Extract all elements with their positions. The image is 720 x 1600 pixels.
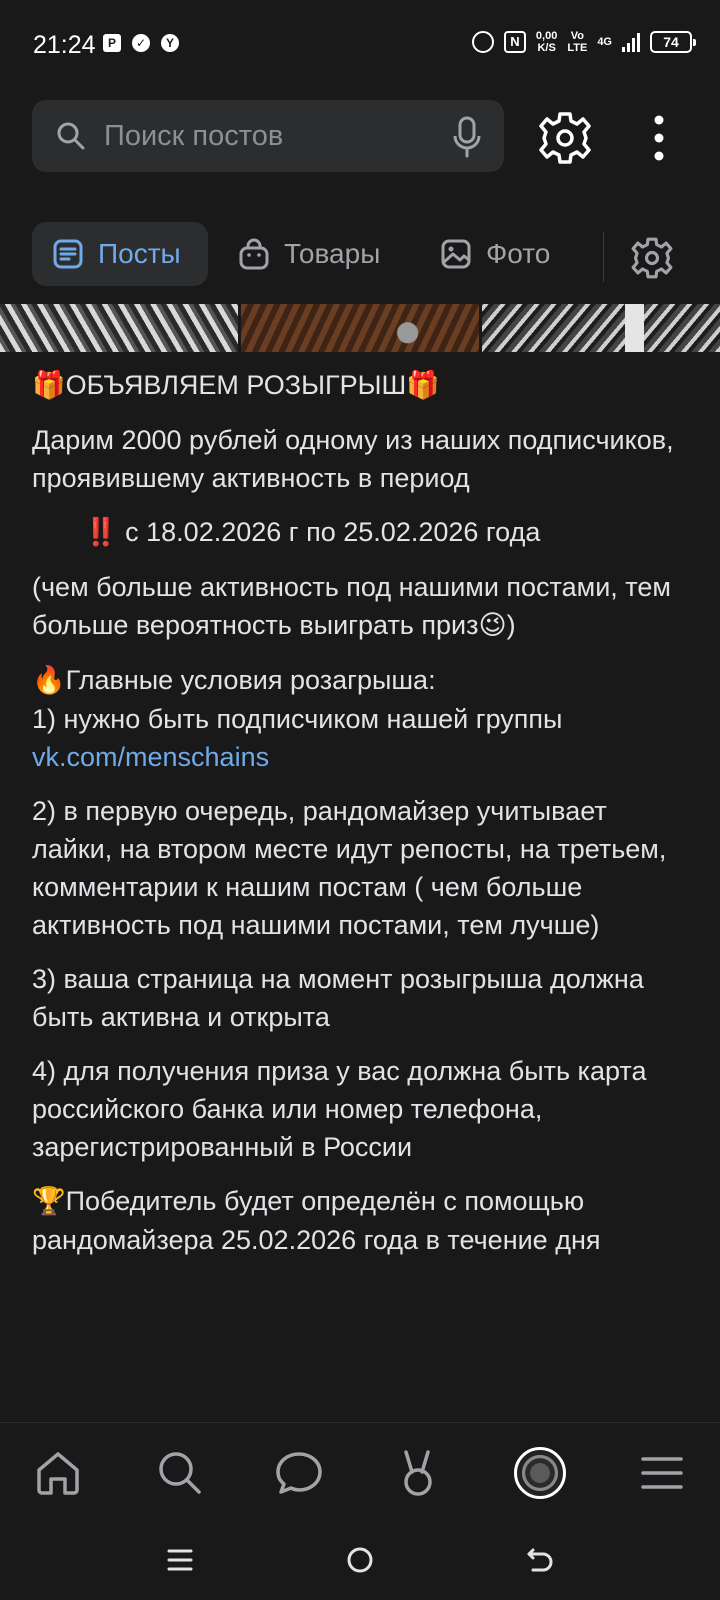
list-icon bbox=[52, 238, 84, 270]
recent-apps-button[interactable] bbox=[160, 1540, 200, 1580]
image-icon bbox=[440, 238, 472, 270]
parking-icon: P bbox=[103, 34, 121, 52]
post-paragraph: Дарим 2000 рублей одному из наших подпис… bbox=[32, 425, 674, 493]
microphone-icon[interactable] bbox=[452, 116, 482, 158]
settings-gear-icon[interactable] bbox=[537, 110, 593, 166]
post-activity-end: ) bbox=[506, 610, 516, 640]
back-button[interactable] bbox=[520, 1540, 560, 1580]
post-title-line: 🎁ОБЪЯВЛЯЕМ РОЗЫГРЫШ🎁 bbox=[32, 366, 692, 405]
system-navigation bbox=[0, 1522, 720, 1600]
home-button[interactable] bbox=[340, 1540, 380, 1580]
tab-photos[interactable]: Фото bbox=[440, 222, 580, 286]
winner-line: 🏆Победитель будет определён с помощью ра… bbox=[32, 1182, 692, 1259]
winner-text: Победитель будет определён с помощью ран… bbox=[32, 1186, 601, 1255]
tab-goods[interactable]: Товары bbox=[238, 222, 398, 286]
net-speed-unit: K/S bbox=[537, 42, 556, 54]
post-text: 🎁ОБЪЯВЛЯЕМ РОЗЫГРЫШ🎁 Дарим 2000 рублей о… bbox=[32, 366, 692, 1275]
status-system-icons: N 0,00 K/S Vo LTE 4G 74 bbox=[471, 30, 696, 54]
nav-menu[interactable] bbox=[634, 1445, 690, 1501]
tab-goods-label: Товары bbox=[284, 238, 381, 269]
nav-home[interactable] bbox=[30, 1445, 86, 1501]
search-icon bbox=[159, 1452, 201, 1494]
status-bar: 21:24 P ✓ Y N 0,00 K/S Vo LTE 4G 74 bbox=[0, 0, 720, 92]
photo-thumbnail[interactable] bbox=[241, 304, 479, 352]
post-date-line: ‼️ с 18.02.2026 г по 25.02.2026 года bbox=[32, 513, 692, 552]
photo-strip bbox=[0, 304, 720, 352]
more-vertical-icon[interactable] bbox=[644, 110, 674, 166]
bottom-navigation bbox=[0, 1422, 720, 1522]
nav-clips[interactable] bbox=[390, 1445, 446, 1501]
tab-photos-label: Фото bbox=[486, 238, 551, 269]
tabs-divider bbox=[603, 232, 604, 282]
status-notification-icons: P ✓ Y bbox=[103, 34, 179, 52]
battery-icon: 74 bbox=[650, 31, 696, 53]
nav-profile[interactable] bbox=[512, 1445, 568, 1501]
post-conditions: 🔥Главные условия розагрыша: 1) нужно быт… bbox=[32, 661, 692, 776]
search-input[interactable] bbox=[104, 100, 424, 172]
search-bar[interactable] bbox=[32, 100, 504, 172]
nav-messages[interactable] bbox=[271, 1445, 327, 1501]
network-type: 4G bbox=[597, 36, 612, 48]
gift-emoji: 🎁 bbox=[32, 370, 66, 401]
gift-emoji: 🎁 bbox=[406, 370, 440, 401]
post-activity-line: (чем больше активность под нашими постам… bbox=[32, 568, 692, 645]
clips-icon bbox=[404, 1450, 432, 1496]
fire-emoji: 🔥 bbox=[32, 665, 66, 696]
menu-icon bbox=[641, 1457, 683, 1489]
alarm-icon bbox=[471, 31, 494, 53]
condition-4: 4) для получения приза у вас должна быть… bbox=[32, 1056, 647, 1162]
nav-search[interactable] bbox=[152, 1445, 208, 1501]
post-dates: с 18.02.2026 г по 25.02.2026 года bbox=[125, 517, 541, 547]
group-link[interactable]: vk.com/menschains bbox=[32, 742, 269, 772]
profile-tabs: Посты Товары Фото bbox=[0, 222, 720, 290]
home-circle-icon bbox=[347, 1547, 373, 1573]
nfc-icon: N bbox=[503, 31, 526, 53]
condition-1: 1) нужно быть подписчиком нашей группы bbox=[32, 704, 563, 734]
photo-thumbnail[interactable] bbox=[0, 304, 238, 352]
tabs-settings-gear-icon[interactable] bbox=[630, 236, 674, 280]
yandex-icon: Y bbox=[161, 34, 179, 52]
volte-top: Vo bbox=[570, 30, 584, 42]
photo-thumbnail[interactable] bbox=[482, 304, 720, 352]
double-exclamation-emoji: ‼️ bbox=[84, 517, 118, 548]
recent-apps-icon bbox=[167, 1549, 193, 1571]
net-speed-value: 0,00 bbox=[535, 30, 558, 42]
condition-3: 3) ваша страница на момент розыгрыша дол… bbox=[32, 964, 644, 1032]
volte-bottom: LTE bbox=[567, 42, 588, 54]
wink-emoji: 😉 bbox=[478, 610, 507, 641]
bag-icon bbox=[238, 238, 270, 270]
post-activity: (чем больше активность под нашими постам… bbox=[32, 572, 671, 640]
trophy-emoji: 🏆 bbox=[32, 1186, 66, 1217]
avatar bbox=[514, 1447, 566, 1499]
back-icon bbox=[527, 1548, 553, 1572]
search-icon bbox=[57, 122, 85, 150]
check-circle-icon: ✓ bbox=[132, 34, 150, 52]
status-time: 21:24 bbox=[33, 31, 96, 59]
post-title: ОБЪЯВЛЯЕМ РОЗЫГРЫШ bbox=[65, 370, 407, 400]
condition-2: 2) в первую очередь, рандомайзер учитыва… bbox=[32, 796, 667, 940]
tab-posts[interactable]: Посты bbox=[32, 222, 208, 286]
tab-posts-label: Посты bbox=[98, 238, 181, 269]
messages-icon bbox=[276, 1452, 322, 1494]
signal-icon bbox=[622, 32, 640, 52]
conditions-title: Главные условия розагрыша: bbox=[65, 665, 436, 695]
net-speed: 0,00 K/S bbox=[536, 30, 557, 54]
home-icon bbox=[37, 1452, 79, 1495]
volte-indicator: Vo LTE bbox=[567, 30, 587, 54]
